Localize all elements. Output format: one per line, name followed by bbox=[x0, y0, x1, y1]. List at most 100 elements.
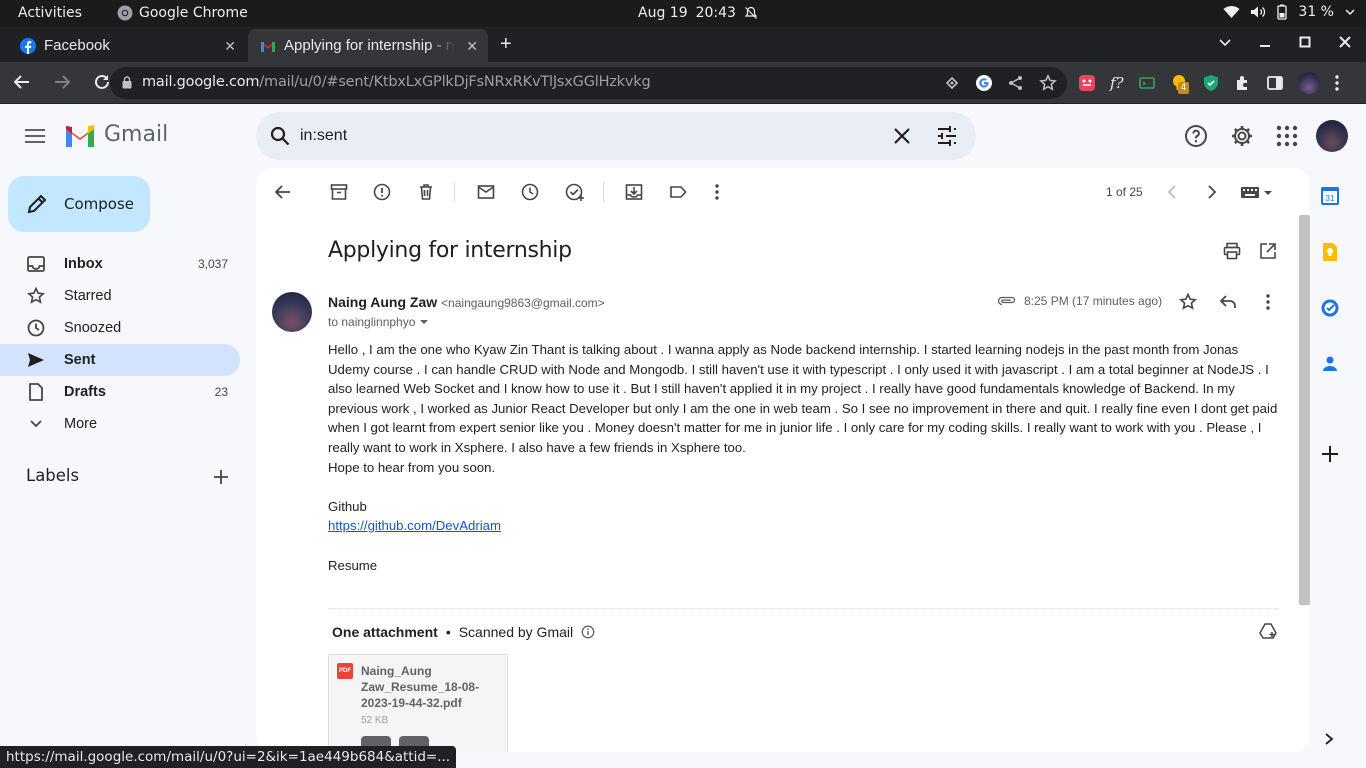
account-avatar[interactable] bbox=[1316, 120, 1348, 152]
vertical-scrollbar[interactable] bbox=[1299, 215, 1310, 605]
sidebar-item-sent[interactable]: Sent bbox=[0, 344, 240, 376]
input-tools-keyboard-icon[interactable] bbox=[1240, 183, 1272, 201]
details-dropdown-icon[interactable] bbox=[419, 318, 429, 326]
tab-search-icon[interactable] bbox=[1218, 35, 1232, 49]
address-bar[interactable]: mail.google.com/mail/u/0/#sent/KtbxLxGPl… bbox=[110, 67, 1067, 99]
main-menu-icon[interactable] bbox=[24, 128, 46, 144]
sidebar-item-drafts[interactable]: Drafts 23 bbox=[0, 376, 240, 408]
attachment-card[interactable]: PDF Naing_Aung Zaw_Resume_18-08-2023-19-… bbox=[328, 654, 508, 752]
chrome-menu-icon[interactable] bbox=[1334, 74, 1340, 92]
move-to-icon[interactable] bbox=[625, 183, 643, 201]
side-panel-icon[interactable] bbox=[1266, 74, 1284, 92]
sender-avatar[interactable] bbox=[272, 292, 312, 332]
close-tab-icon[interactable]: ✕ bbox=[466, 38, 478, 55]
sidebar-item-more[interactable]: More bbox=[0, 408, 240, 440]
sidebar-item-label: Sent bbox=[64, 352, 96, 368]
maximize-icon[interactable] bbox=[1298, 35, 1312, 49]
shield-extension-icon[interactable] bbox=[1202, 74, 1220, 92]
bell-muted-icon bbox=[744, 6, 758, 19]
search-icon[interactable] bbox=[270, 126, 290, 146]
browser-tab-strip: Facebook ✕ Applying for internship - ng … bbox=[0, 27, 1366, 62]
back-arrow-icon[interactable] bbox=[12, 72, 32, 92]
lightbulb-extension[interactable]: 4 bbox=[1170, 74, 1190, 94]
activities-button[interactable]: Activities bbox=[18, 5, 82, 21]
keep-icon[interactable] bbox=[1320, 242, 1340, 262]
calendar-icon[interactable]: 31 bbox=[1320, 186, 1340, 206]
mail-search-bar[interactable] bbox=[256, 112, 976, 160]
open-new-window-icon[interactable] bbox=[1259, 242, 1277, 260]
extension-red-icon[interactable] bbox=[1078, 74, 1096, 92]
report-spam-icon[interactable] bbox=[373, 183, 391, 201]
github-label: Github bbox=[328, 498, 367, 514]
draft-file-icon bbox=[26, 382, 46, 402]
puzzle-extensions-icon[interactable] bbox=[1234, 74, 1252, 92]
toolbar-divider bbox=[603, 182, 604, 202]
pencil-icon bbox=[27, 194, 47, 214]
url-text[interactable]: mail.google.com/mail/u/0/#sent/KtbxLxGPl… bbox=[142, 74, 651, 90]
lock-icon[interactable] bbox=[122, 76, 132, 89]
extension-terminal-icon[interactable] bbox=[1138, 74, 1156, 92]
battery-icon bbox=[1277, 4, 1288, 20]
add-task-icon[interactable] bbox=[565, 183, 585, 201]
sender-name[interactable]: Naing Aung Zaw bbox=[328, 294, 437, 310]
mark-unread-icon[interactable] bbox=[477, 183, 495, 201]
system-tray[interactable]: 31 % bbox=[1223, 4, 1356, 20]
dot-separator: • bbox=[445, 624, 451, 640]
sidebar-item-starred[interactable]: Starred bbox=[0, 280, 240, 312]
delete-trash-icon[interactable] bbox=[417, 183, 435, 201]
search-options-icon[interactable] bbox=[936, 125, 958, 147]
hide-side-panel-icon[interactable] bbox=[1322, 732, 1336, 746]
star-message-icon[interactable] bbox=[1179, 293, 1197, 311]
google-lens-icon[interactable] bbox=[975, 74, 993, 92]
formula-extension-icon[interactable]: f? bbox=[1110, 74, 1124, 92]
reload-icon[interactable] bbox=[92, 72, 112, 92]
print-icon[interactable] bbox=[1223, 242, 1241, 260]
clock[interactable]: Aug 19 20:43 bbox=[638, 5, 758, 21]
new-tab-button[interactable]: + bbox=[500, 33, 512, 56]
message-view: 1 of 25 Applying for internship Naing Au… bbox=[256, 168, 1310, 752]
minimize-icon[interactable] bbox=[1258, 35, 1272, 49]
label-tag-icon[interactable] bbox=[669, 183, 687, 201]
pagination-text: 1 of 25 bbox=[1106, 185, 1143, 199]
close-window-icon[interactable] bbox=[1338, 35, 1352, 49]
recipient-line[interactable]: to nainglinnphyo bbox=[328, 315, 429, 329]
snooze-clock-icon[interactable] bbox=[521, 183, 539, 201]
info-icon[interactable] bbox=[581, 625, 595, 639]
more-options-icon[interactable] bbox=[714, 183, 720, 201]
newer-chevron-icon[interactable] bbox=[1166, 183, 1178, 201]
window-controls bbox=[1218, 35, 1352, 49]
archive-icon[interactable] bbox=[330, 183, 348, 201]
reply-arrow-icon[interactable] bbox=[1219, 294, 1237, 310]
tasks-icon[interactable] bbox=[1320, 298, 1340, 318]
wifi-icon bbox=[1223, 5, 1240, 19]
tab-facebook[interactable]: Facebook ✕ bbox=[0, 29, 246, 62]
tab-gmail[interactable]: Applying for internship - ng ✕ bbox=[248, 29, 488, 62]
apps-grid-icon[interactable] bbox=[1276, 125, 1298, 147]
sidebar-item-snoozed[interactable]: Snoozed bbox=[0, 312, 240, 344]
add-to-drive-icon[interactable] bbox=[1259, 623, 1277, 639]
github-link[interactable]: https://github.com/DevAdriam bbox=[328, 518, 501, 533]
recipient-text: to nainglinnphyo bbox=[328, 315, 416, 329]
gmail-logo[interactable]: Gmail bbox=[64, 122, 168, 147]
help-icon[interactable] bbox=[1184, 124, 1208, 148]
compose-button[interactable]: Compose bbox=[8, 176, 150, 232]
forward-arrow-icon[interactable] bbox=[52, 72, 72, 92]
get-addons-plus-icon[interactable] bbox=[1320, 444, 1340, 464]
create-label-plus-icon[interactable] bbox=[212, 468, 230, 486]
sidebar-item-inbox[interactable]: Inbox 3,037 bbox=[0, 248, 240, 280]
eye-slash-icon[interactable] bbox=[943, 74, 961, 92]
profile-avatar[interactable] bbox=[1297, 72, 1320, 94]
settings-gear-icon[interactable] bbox=[1230, 124, 1254, 148]
share-icon[interactable] bbox=[1007, 74, 1025, 92]
active-app-indicator[interactable]: Google Chrome bbox=[117, 5, 248, 21]
message-more-icon[interactable] bbox=[1265, 293, 1271, 311]
older-chevron-icon[interactable] bbox=[1206, 183, 1218, 201]
contacts-icon[interactable] bbox=[1320, 354, 1340, 374]
back-to-list-icon[interactable] bbox=[274, 183, 292, 201]
volume-icon bbox=[1251, 6, 1266, 18]
clear-search-icon[interactable] bbox=[892, 126, 912, 146]
search-input[interactable] bbox=[300, 124, 860, 148]
bookmark-star-icon[interactable] bbox=[1039, 74, 1057, 92]
close-tab-icon[interactable]: ✕ bbox=[224, 38, 236, 55]
message-time[interactable]: 8:25 PM (17 minutes ago) bbox=[1024, 294, 1162, 308]
